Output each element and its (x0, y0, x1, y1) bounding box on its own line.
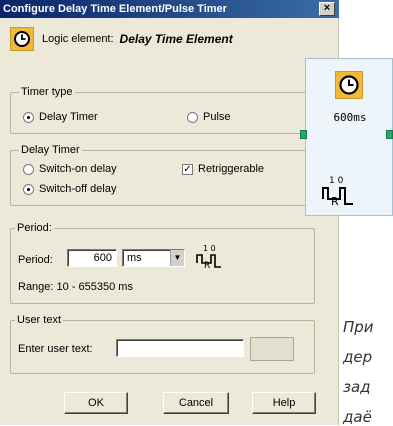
user-text-title: User text (15, 314, 64, 326)
period-group: Period: Period: 600 ms ▼ 1 0 R Range: 10… (10, 222, 315, 304)
timer-type-title: Timer type (19, 86, 75, 98)
period-range: Range: 10 - 655350 ms (18, 281, 133, 293)
period-unit-select[interactable]: ms ▼ (122, 249, 185, 267)
ok-button[interactable]: OK (64, 392, 128, 414)
close-button[interactable]: × (319, 2, 335, 16)
ok-label: OK (88, 397, 104, 409)
delay-time-block[interactable]: 600ms 1 0 R (305, 58, 393, 216)
clock-icon (10, 27, 34, 51)
user-text-group: User text Enter user text: (10, 314, 315, 374)
radio-mark (23, 183, 34, 195)
check-icon: ✓ (182, 163, 193, 175)
radio-pulse-label: Pulse (203, 111, 231, 123)
block-period-value: 600ms (333, 111, 367, 124)
block-symbol-top: 1 0 (329, 176, 344, 186)
help-label: Help (272, 397, 296, 409)
radio-switch-on-delay[interactable]: Switch-on delay (23, 163, 117, 175)
period-field-label: Period: (18, 254, 53, 266)
user-text-input[interactable] (116, 339, 244, 357)
user-text-preview-box (250, 337, 294, 361)
radio-mark (187, 111, 198, 123)
period-unit: ms (127, 252, 142, 264)
period-value: 600 (93, 252, 112, 264)
period-title: Period: (15, 222, 54, 234)
caption-line-4: даё (343, 408, 372, 426)
title-bar: Configure Delay Time Element/Pulse Timer (0, 0, 339, 18)
timer-type-group: Timer type Delay Timer Pulse (10, 86, 315, 134)
user-text-label: Enter user text: (18, 343, 93, 355)
radio-delay-timer-label: Delay Timer (39, 111, 98, 123)
chevron-down-icon: ▼ (170, 250, 184, 266)
timing-symbol-icon: 1 0 R (195, 241, 225, 271)
radio-delay-timer[interactable]: Delay Timer (23, 111, 98, 123)
cancel-button[interactable]: Cancel (163, 392, 229, 414)
input-port[interactable] (300, 130, 307, 139)
period-value-input[interactable]: 600 (67, 249, 117, 267)
caption-line-3: зад (343, 378, 371, 396)
caption-line-1: При (343, 318, 374, 336)
close-icon: × (323, 2, 331, 14)
delay-timer-title: Delay Timer (19, 144, 82, 156)
radio-mark (23, 111, 34, 123)
timing-symbol-top: 1 0 (203, 244, 216, 253)
delay-timer-group: Delay Timer Switch-on delay Switch-off d… (10, 144, 315, 206)
timing-symbol-icon: 1 0 R (320, 171, 356, 208)
help-button[interactable]: Help (252, 392, 316, 414)
radio-switch-off-label: Switch-off delay (39, 183, 117, 195)
radio-pulse[interactable]: Pulse (187, 111, 231, 123)
logic-element-row: Logic element: Delay Time Element (10, 26, 233, 52)
radio-mark (23, 163, 34, 175)
retriggerable-label: Retriggerable (198, 163, 265, 175)
block-symbol-bottom: R (331, 195, 339, 207)
timing-symbol-bottom: R (204, 261, 210, 271)
logic-element-value: Delay Time Element (119, 32, 233, 46)
output-port[interactable] (386, 130, 393, 139)
radio-switch-on-label: Switch-on delay (39, 163, 117, 175)
window-title: Configure Delay Time Element/Pulse Timer (3, 3, 227, 15)
retriggerable-checkbox[interactable]: ✓ Retriggerable (182, 163, 264, 175)
configure-dialog: Configure Delay Time Element/Pulse Timer… (0, 0, 339, 425)
caption-line-2: дер (343, 348, 373, 366)
radio-switch-off-delay[interactable]: Switch-off delay (23, 183, 116, 195)
logic-element-label: Logic element: (42, 33, 114, 45)
cancel-label: Cancel (178, 397, 214, 409)
clock-icon (335, 71, 363, 99)
